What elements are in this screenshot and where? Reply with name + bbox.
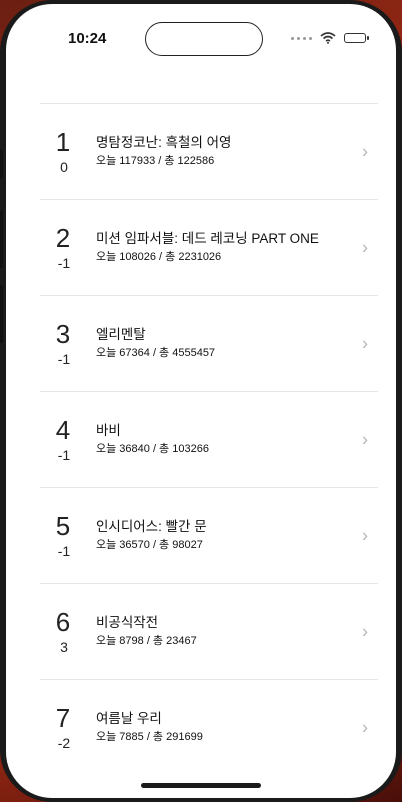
chevron-right-icon: › (362, 237, 368, 257)
status-bar: 10:24 (6, 4, 396, 58)
battery-icon (344, 33, 369, 43)
rank-column: 5 -1 (40, 512, 88, 560)
rank-number: 1 (55, 126, 71, 157)
home-indicator[interactable] (141, 783, 261, 788)
rank-column: 4 -1 (40, 416, 88, 464)
dynamic-island (145, 22, 263, 56)
movie-info: 미션 임파서블: 데드 레코닝 PART ONE 오늘 108026 / 총 2… (88, 230, 378, 265)
chevron-right-icon: › (362, 717, 368, 737)
chevron-right-icon: › (362, 525, 368, 545)
list-item[interactable]: 3 -1 엘리멘탈 오늘 67364 / 총 4555457 › (40, 295, 378, 391)
audience-stats: 오늘 108026 / 총 2231026 (96, 251, 222, 263)
audience-stats: 오늘 67364 / 총 4555457 (96, 347, 216, 359)
movie-info: 명탐정코난: 흑철의 어영 오늘 117933 / 총 122586 (88, 134, 378, 169)
volume-down-button (0, 285, 3, 343)
rank-column: 3 -1 (40, 320, 88, 368)
rank-number: 2 (55, 222, 71, 253)
rank-change: -1 (57, 254, 71, 271)
phone-frame: 10:24 1 0 명탐정코난: 흑철의 어영 오늘 117933 / 총 12… (0, 0, 402, 802)
movie-info: 비공식작전 오늘 8798 / 총 23467 (88, 614, 378, 649)
rank-column: 6 3 (40, 608, 88, 656)
movie-title: 바비 (96, 423, 121, 438)
audience-stats: 오늘 117933 / 총 122586 (96, 155, 215, 167)
list-item[interactable]: 7 -2 여름날 우리 오늘 7885 / 총 291699 › (40, 679, 378, 775)
status-time: 10:24 (68, 30, 107, 47)
rank-change: -2 (57, 734, 71, 751)
movie-title: 명탐정코난: 흑철의 어영 (96, 135, 232, 150)
volume-up-button (0, 210, 3, 268)
movie-info: 여름날 우리 오늘 7885 / 총 291699 (88, 710, 378, 745)
rank-change: -1 (57, 350, 71, 367)
mute-switch (0, 150, 3, 178)
audience-stats: 오늘 7885 / 총 291699 (96, 731, 203, 743)
chevron-right-icon: › (362, 333, 368, 353)
signal-dots-icon (291, 36, 312, 40)
movie-title: 미션 임파서블: 데드 레코닝 PART ONE (96, 231, 319, 246)
rank-number: 5 (55, 510, 71, 541)
audience-stats: 오늘 8798 / 총 23467 (96, 635, 197, 647)
movie-title: 여름날 우리 (96, 711, 162, 726)
rank-column: 2 -1 (40, 224, 88, 272)
rank-change: -1 (57, 446, 71, 463)
list-item[interactable]: 5 -1 인시디어스: 빨간 문 오늘 36570 / 총 98027 › (40, 487, 378, 583)
list-item[interactable]: 4 -1 바비 오늘 36840 / 총 103266 › (40, 391, 378, 487)
audience-stats: 오늘 36840 / 총 103266 (96, 443, 209, 455)
boxoffice-list: 1 0 명탐정코난: 흑철의 어영 오늘 117933 / 총 122586 ›… (40, 103, 378, 775)
movie-info: 엘리멘탈 오늘 67364 / 총 4555457 (88, 326, 378, 361)
rank-column: 1 0 (40, 128, 88, 176)
rank-number: 4 (55, 414, 71, 445)
wifi-icon (320, 32, 336, 44)
screen: 10:24 1 0 명탐정코난: 흑철의 어영 오늘 117933 / 총 12… (6, 4, 396, 798)
chevron-right-icon: › (362, 141, 368, 161)
rank-number: 6 (55, 606, 71, 637)
list-item[interactable]: 2 -1 미션 임파서블: 데드 레코닝 PART ONE 오늘 108026 … (40, 199, 378, 295)
chevron-right-icon: › (362, 429, 368, 449)
rank-change: 0 (60, 158, 68, 175)
audience-stats: 오늘 36570 / 총 98027 (96, 539, 203, 551)
movie-title: 인시디어스: 빨간 문 (96, 519, 207, 534)
status-icons (291, 32, 369, 44)
rank-number: 3 (55, 318, 71, 349)
rank-change: 3 (60, 638, 68, 655)
movie-title: 비공식작전 (96, 615, 159, 630)
chevron-right-icon: › (362, 621, 368, 641)
list-item[interactable]: 1 0 명탐정코난: 흑철의 어영 오늘 117933 / 총 122586 › (40, 103, 378, 199)
movie-title: 엘리멘탈 (96, 327, 146, 342)
rank-number: 7 (55, 702, 71, 733)
rank-column: 7 -2 (40, 704, 88, 752)
movie-info: 바비 오늘 36840 / 총 103266 (88, 422, 378, 457)
list-item[interactable]: 6 3 비공식작전 오늘 8798 / 총 23467 › (40, 583, 378, 679)
rank-change: -1 (57, 542, 71, 559)
movie-info: 인시디어스: 빨간 문 오늘 36570 / 총 98027 (88, 518, 378, 553)
